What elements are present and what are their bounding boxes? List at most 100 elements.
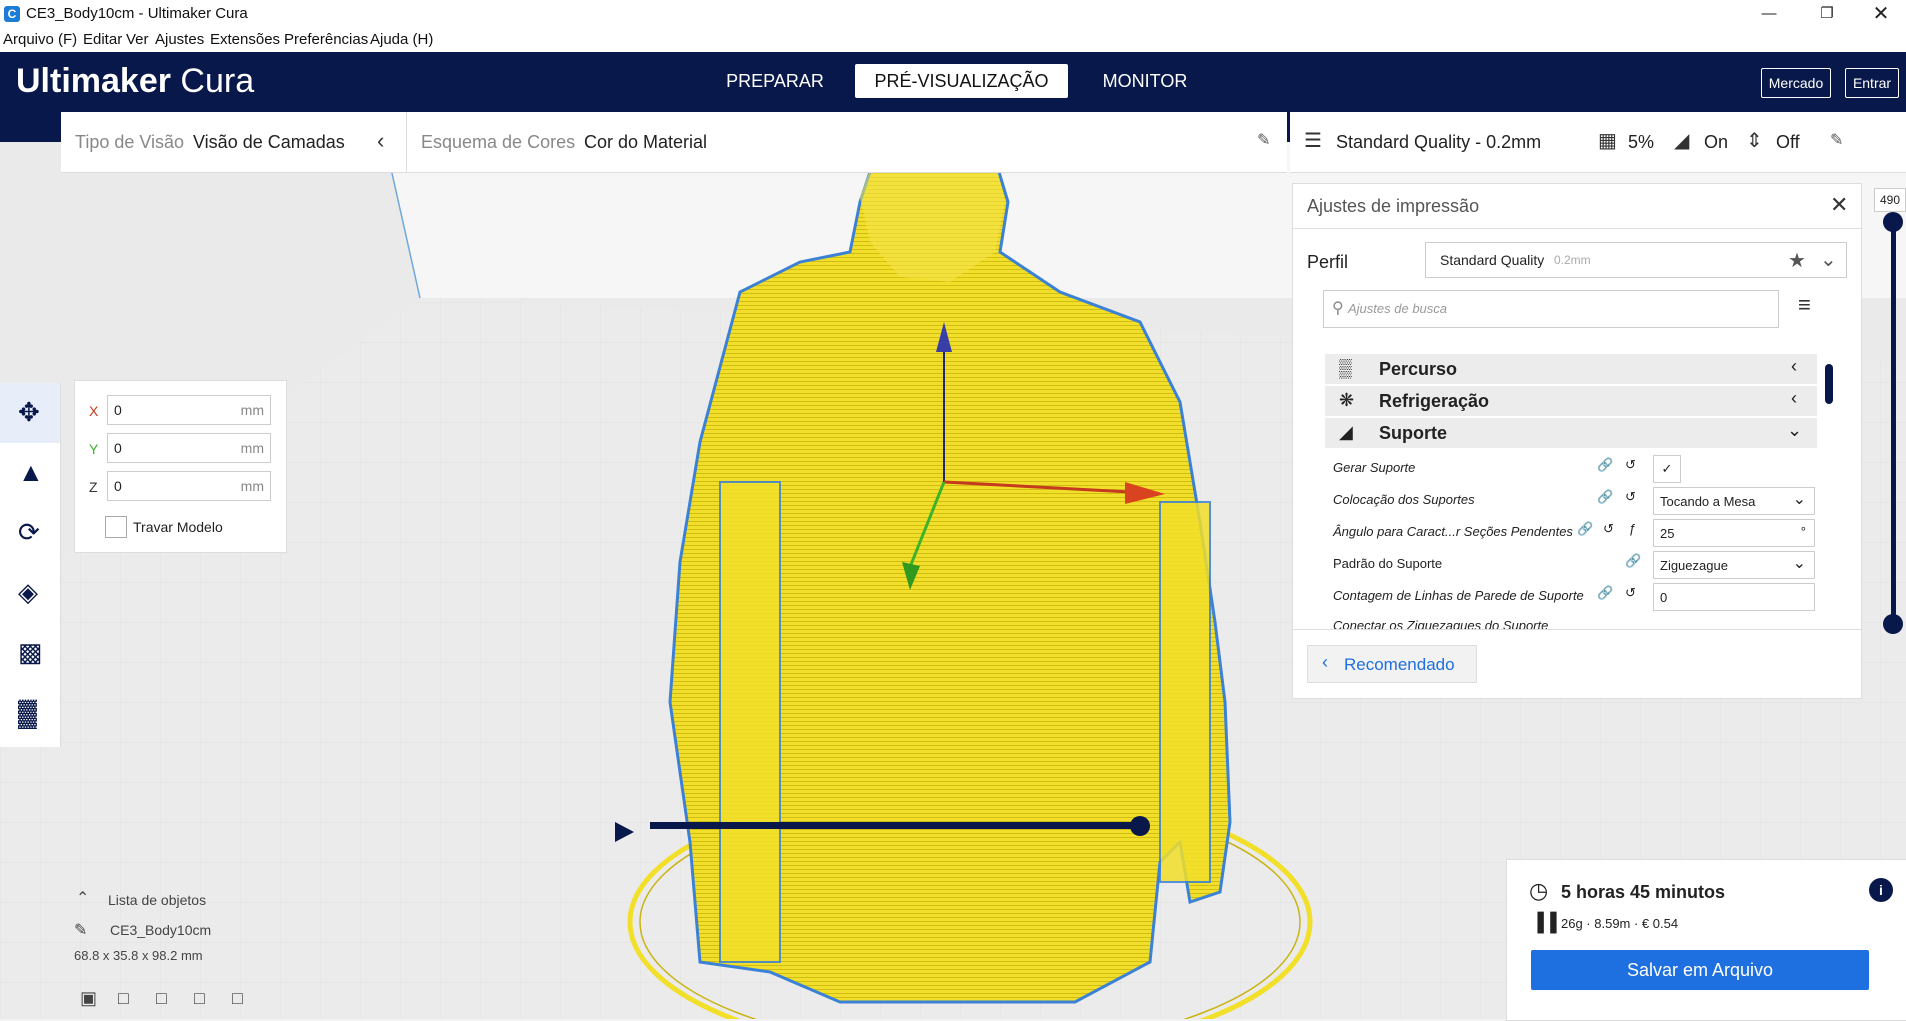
chevron-down-icon: ⌄ bbox=[1792, 555, 1806, 572]
tab-pre-visualizacao[interactable]: PRÉ-VISUALIZAÇÃO bbox=[855, 64, 1068, 98]
print-estimate-panel: ◷ 5 horas 45 minutos i ▐▐ 26g · 8.59m · … bbox=[1506, 859, 1906, 1021]
generate-support-checkbox[interactable]: ✓ bbox=[1653, 455, 1681, 483]
support-blocker-icon: ▓ bbox=[18, 697, 37, 727]
menu-preferencias[interactable]: Preferências bbox=[284, 31, 368, 48]
object-list-header[interactable]: Lista de objetos bbox=[108, 892, 206, 908]
support-blocker-button[interactable]: ▓ bbox=[0, 683, 60, 743]
pencil-icon[interactable]: ✎ bbox=[74, 920, 87, 940]
tab-preparar[interactable]: PREPARAR bbox=[715, 64, 835, 98]
color-scheme-label: Esquema de Cores bbox=[421, 132, 576, 152]
setting-angulo-suporte: Ângulo para Caract...r Seções Pendentes … bbox=[1333, 517, 1815, 547]
minimize-button[interactable]: — bbox=[1746, 0, 1792, 28]
adhesion-value: Off bbox=[1776, 132, 1800, 152]
menu-bar: Arquivo (F) Editar Ver Ajustes Extensões… bbox=[0, 28, 1906, 52]
window-title: CE3_Body10cm - Ultimaker Cura bbox=[26, 5, 248, 22]
reset-icon[interactable]: ↺ bbox=[1603, 521, 1614, 537]
chevron-left-icon: ‹ bbox=[1322, 652, 1328, 672]
fan-icon: ❋ bbox=[1339, 390, 1355, 410]
scale-tool-button[interactable]: ▲ bbox=[0, 443, 60, 503]
link-icon: 🔗 bbox=[1577, 521, 1594, 536]
tab-monitor[interactable]: MONITOR bbox=[1090, 64, 1200, 98]
section-suporte[interactable]: ◢ Suporte ⌄ bbox=[1325, 418, 1817, 448]
marketplace-button[interactable]: Mercado bbox=[1761, 68, 1831, 98]
per-model-icon: ▩ bbox=[18, 637, 43, 667]
reset-icon[interactable]: ↺ bbox=[1625, 457, 1636, 473]
close-icon[interactable]: ✕ bbox=[1830, 192, 1848, 218]
pencil-icon[interactable]: ✎ bbox=[1257, 130, 1270, 150]
object-name: CE3_Body10cm bbox=[110, 922, 212, 938]
x-coordinate-field[interactable]: 0 mm bbox=[107, 395, 271, 425]
setting-colocacao-suportes: Colocação dos Suportes 🔗 ↺ Tocando a Mes… bbox=[1333, 485, 1815, 515]
rotate-icon: ⟳ bbox=[18, 517, 40, 547]
support-pattern-select[interactable]: Ziguezague ⌄ bbox=[1653, 551, 1815, 579]
mirror-tool-button[interactable]: ◈ bbox=[0, 563, 60, 623]
settings-panel-title: Ajustes de impressão bbox=[1307, 196, 1480, 216]
reset-icon[interactable]: ↺ bbox=[1625, 489, 1636, 505]
menu-editar[interactable]: Editar bbox=[83, 31, 122, 48]
chevron-down-icon: ⌄ bbox=[1787, 420, 1803, 440]
function-icon: ƒ bbox=[1629, 521, 1637, 536]
login-button[interactable]: Entrar bbox=[1845, 68, 1899, 98]
setting-gerar-suporte: Gerar Suporte 🔗 ↺ ✓ bbox=[1333, 453, 1813, 483]
view-3d-icon[interactable]: ▣ bbox=[80, 988, 97, 1009]
view-type-label: Tipo de Visão bbox=[75, 132, 185, 152]
window-title-bar: C CE3_Body10cm - Ultimaker Cura — ❐ ✕ bbox=[0, 0, 1906, 28]
chevron-down-icon: ⌄ bbox=[1820, 249, 1837, 271]
support-icon: ◢ bbox=[1674, 130, 1690, 152]
material-estimate: 26g · 8.59m · € 0.54 bbox=[1561, 916, 1679, 931]
wall-line-count-field[interactable]: 0 bbox=[1653, 583, 1815, 611]
chevron-left-icon: ‹ bbox=[1791, 356, 1797, 376]
view-left-icon[interactable]: □ bbox=[194, 988, 205, 1009]
reset-icon[interactable]: ↺ bbox=[1625, 585, 1636, 601]
x-axis-label: X bbox=[89, 403, 99, 419]
view-right-icon[interactable]: □ bbox=[232, 988, 243, 1009]
chevron-left-icon: ‹ bbox=[1791, 388, 1797, 408]
per-model-settings-button[interactable]: ▩ bbox=[0, 623, 60, 683]
support-value: On bbox=[1704, 132, 1729, 152]
save-to-file-button[interactable]: Salvar em Arquivo bbox=[1531, 950, 1869, 990]
menu-ajustes[interactable]: Ajustes bbox=[155, 31, 204, 48]
quality-icon: ☰ bbox=[1304, 130, 1322, 152]
info-icon[interactable]: i bbox=[1869, 878, 1893, 902]
object-dimensions: 68.8 x 35.8 x 98.2 mm bbox=[74, 948, 203, 963]
menu-ajuda[interactable]: Ajuda (H) bbox=[370, 31, 433, 48]
link-icon: 🔗 bbox=[1597, 585, 1614, 600]
view-front-icon[interactable]: □ bbox=[118, 988, 129, 1009]
tool-sidebar: ✥ ▲ ⟳ ◈ ▩ ▓ bbox=[0, 383, 61, 747]
y-axis-label: Y bbox=[89, 441, 99, 457]
settings-scrollbar[interactable] bbox=[1825, 364, 1833, 404]
support-icon: ◢ bbox=[1339, 422, 1353, 442]
setting-contagem-linhas: Contagem de Linhas de Parede de Suporte … bbox=[1333, 581, 1815, 611]
print-setup-bar[interactable]: ☰ Standard Quality - 0.2mm ▦ 5% ◢ On ⇕ O… bbox=[1290, 112, 1906, 173]
recommended-button[interactable]: ‹ Recomendado bbox=[1307, 645, 1477, 683]
maximize-button[interactable]: ❐ bbox=[1804, 0, 1850, 28]
menu-ver[interactable]: Ver bbox=[126, 31, 149, 48]
pencil-icon[interactable]: ✎ bbox=[1830, 130, 1843, 150]
rotate-tool-button[interactable]: ⟳ bbox=[0, 503, 60, 563]
lock-model-checkbox[interactable] bbox=[105, 516, 127, 538]
star-icon[interactable]: ★ bbox=[1788, 248, 1806, 273]
layer-number-field[interactable]: 490 bbox=[1874, 188, 1906, 212]
settings-menu-icon[interactable]: ≡ bbox=[1798, 292, 1811, 318]
mirror-icon: ◈ bbox=[18, 577, 38, 607]
profile-label: Perfil bbox=[1307, 252, 1349, 272]
color-scheme-select[interactable]: Cor do Material bbox=[584, 132, 707, 153]
chevron-left-icon[interactable]: ‹ bbox=[377, 128, 384, 154]
move-tool-button[interactable]: ✥ bbox=[0, 383, 60, 443]
quality-value: Standard Quality - 0.2mm bbox=[1336, 132, 1542, 152]
settings-search-input[interactable]: ⚲ Ajustes de busca bbox=[1323, 290, 1779, 328]
y-coordinate-field[interactable]: 0 mm bbox=[107, 433, 271, 463]
view-type-select[interactable]: Visão de Camadas bbox=[193, 132, 345, 153]
section-refrigeracao[interactable]: ❋ Refrigeração ‹ bbox=[1325, 386, 1817, 416]
profile-select[interactable]: Standard Quality 0.2mm ★ ⌄ bbox=[1425, 242, 1847, 278]
view-top-icon[interactable]: □ bbox=[156, 988, 167, 1009]
z-coordinate-field[interactable]: 0 mm bbox=[107, 471, 271, 501]
section-percurso[interactable]: ▒ Percurso ‹ bbox=[1325, 354, 1817, 384]
overhang-angle-field[interactable]: 25 ° bbox=[1653, 519, 1815, 547]
chevron-down-icon: ⌄ bbox=[1792, 491, 1806, 508]
close-window-button[interactable]: ✕ bbox=[1858, 0, 1904, 28]
menu-arquivo[interactable]: Arquivo (F) bbox=[3, 31, 77, 48]
menu-extensoes[interactable]: Extensões bbox=[210, 31, 280, 48]
chevron-up-icon[interactable]: ⌃ bbox=[76, 888, 89, 908]
support-placement-select[interactable]: Tocando a Mesa ⌄ bbox=[1653, 487, 1815, 515]
